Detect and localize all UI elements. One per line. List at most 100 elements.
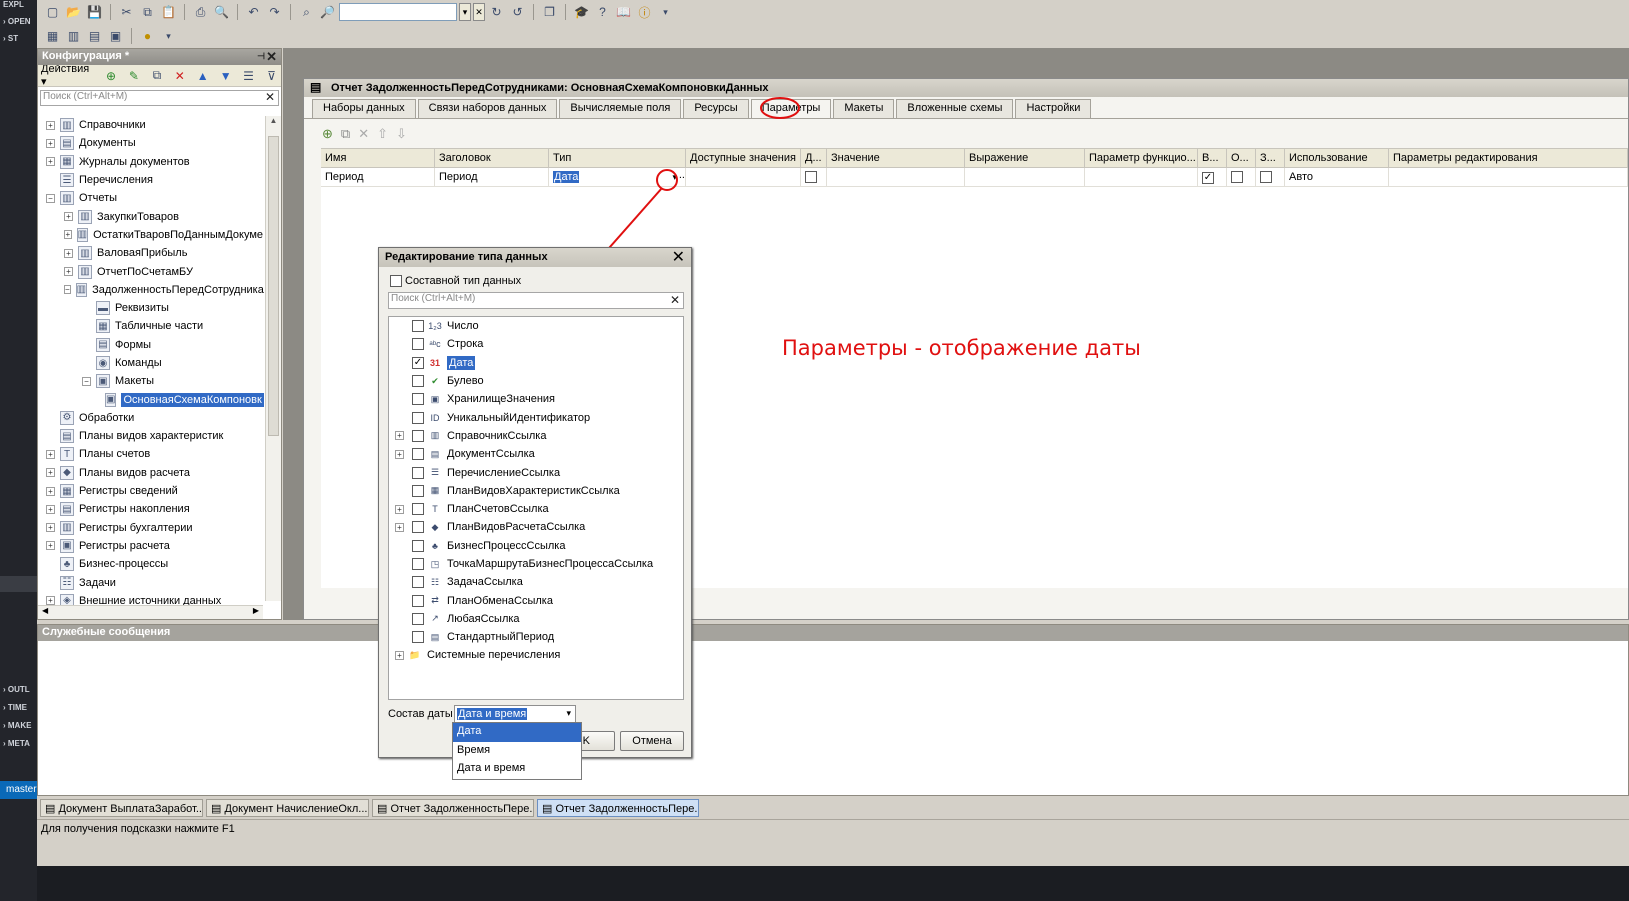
type-checkbox[interactable] (412, 539, 424, 552)
document-ref-icon: ▤ (430, 448, 440, 459)
type-label: ДокументСсылка (447, 448, 535, 461)
expand-icon[interactable]: + (395, 449, 404, 459)
type-label: Булево (447, 375, 484, 388)
characteristics-ref-icon: ▦ (430, 485, 440, 496)
type-label: Строка (447, 338, 484, 351)
type-list-item[interactable]: ☰ ПеречислениеСсылка (389, 463, 683, 481)
expand-icon[interactable]: + (395, 431, 404, 441)
type-label: ПланОбменаСсылка (447, 594, 553, 607)
date-composition-value: Дата и время (457, 708, 528, 720)
type-list-item[interactable]: ▦ ПланВидовХарактеристикСсылка (389, 482, 683, 500)
number-icon: 1₂3 (428, 321, 442, 332)
dropdown-option[interactable]: Дата и время (453, 760, 581, 779)
type-checkbox[interactable] (412, 521, 424, 534)
type-label: БизнесПроцессСсылка (447, 539, 566, 552)
type-checkbox[interactable] (412, 558, 424, 570)
type-list-item[interactable]: ▣ ХранилищеЗначения (389, 390, 683, 408)
type-list-item[interactable]: ᵃᵇc Строка (389, 335, 683, 353)
type-checkbox[interactable] (412, 320, 424, 333)
edit-data-type-dialog: Редактирование типа данных ✕ Составной т… (378, 247, 692, 758)
type-list-item[interactable]: + ▤ ДокументСсылка (389, 445, 683, 463)
composite-type-label: Составной тип данных (405, 275, 522, 287)
expand-icon[interactable]: + (395, 504, 404, 514)
type-checkbox[interactable]: ✓ (412, 356, 424, 369)
type-list-item[interactable]: ID УникальныйИдентификатор (389, 408, 683, 426)
type-list-item[interactable]: ▤ СтандартныйПериод (389, 628, 683, 646)
tab-highlight-circle (760, 97, 800, 119)
string-icon: ᵃᵇc (429, 339, 441, 350)
type-list-item[interactable]: ✔ Булево (389, 372, 683, 390)
date-icon: 31 (429, 357, 440, 368)
type-list-item[interactable]: + ◆ ПланВидовРасчетаСсылка (389, 518, 683, 536)
value-storage-icon: ▣ (430, 393, 440, 404)
type-checkbox[interactable] (412, 393, 424, 406)
composite-type-checkbox[interactable] (390, 275, 402, 287)
type-checkbox[interactable] (412, 338, 424, 351)
type-list-item[interactable]: ◳ ТочкаМаршрутаБизнесПроцессаСсылка (389, 555, 683, 573)
type-list-item[interactable]: ☷ ЗадачаСсылка (389, 573, 683, 591)
type-label: ЛюбаяСсылка (447, 612, 520, 625)
type-label: Число (447, 320, 479, 333)
type-label: Системные перечисления (427, 649, 561, 662)
type-checkbox[interactable] (412, 484, 424, 497)
dropdown-option[interactable]: Время (453, 742, 581, 761)
type-label: СправочникСсылка (447, 429, 547, 442)
accounts-ref-icon: Т (432, 504, 438, 515)
type-list: 1₂3 Число ᵃᵇc Строка ✓ 31 Дата ✔ Булево ▣ Хранилищ… (388, 316, 684, 700)
type-checkbox[interactable] (412, 503, 424, 516)
expand-icon[interactable]: + (395, 522, 404, 532)
type-list-item[interactable]: ♣ БизнесПроцессСсылка (389, 537, 683, 555)
type-label: ЗадачаСсылка (447, 576, 523, 589)
type-label: ПланСчетовСсылка (447, 503, 549, 516)
type-checkbox[interactable] (412, 411, 424, 424)
type-checkbox[interactable] (412, 631, 424, 644)
type-checkbox[interactable] (412, 448, 424, 461)
route-point-ref-icon: ◳ (430, 558, 440, 569)
annotation-overlay (521, 97, 800, 741)
type-checkbox[interactable] (412, 466, 424, 479)
uuid-icon: ID (430, 412, 440, 423)
type-checkbox[interactable] (412, 375, 424, 388)
type-label: ХранилищеЗначения (447, 393, 556, 406)
type-search-clear-icon[interactable]: ✕ (670, 293, 680, 307)
type-list-item[interactable]: + ▥ СправочникСсылка (389, 427, 683, 445)
type-checkbox[interactable] (412, 612, 424, 625)
type-list-item[interactable]: ↗ ЛюбаяСсылка (389, 610, 683, 628)
type-label: Дата (447, 355, 476, 370)
type-checkbox[interactable] (412, 594, 424, 607)
chevron-down-icon[interactable]: ▾ (566, 708, 571, 719)
dialog-header: Редактирование типа данных ✕ (379, 248, 691, 267)
dialog-close-icon[interactable]: ✕ (672, 247, 685, 267)
enum-ref-icon: ☰ (430, 467, 440, 478)
type-label: УникальныйИдентификатор (447, 411, 591, 424)
date-composition-label: Состав даты (388, 708, 453, 720)
business-process-ref-icon: ♣ (432, 540, 438, 551)
catalog-ref-icon: ▥ (430, 430, 440, 441)
date-composition-select[interactable]: Дата и время ▾ (454, 705, 576, 723)
type-checkbox[interactable] (412, 429, 424, 442)
dropdown-option[interactable]: Дата (453, 723, 581, 742)
standard-period-icon: ▤ (430, 631, 440, 642)
type-list-item[interactable]: ✓ 31 Дата (389, 354, 683, 372)
type-list-item[interactable]: + 📁 Системные перечисления (389, 646, 683, 664)
annotation-arrow-line (601, 187, 663, 257)
type-label: ПланВидовХарактеристикСсылка (447, 484, 620, 497)
type-list-item[interactable]: + Т ПланСчетовСсылка (389, 500, 683, 518)
cancel-button[interactable]: Отмена (620, 731, 684, 751)
dropdown-highlight-circle (656, 169, 678, 191)
exchange-ref-icon: ⇄ (431, 595, 439, 606)
type-checkbox[interactable] (412, 576, 424, 589)
any-ref-icon: ↗ (431, 613, 439, 624)
type-label: ПланВидовРасчетаСсылка (447, 521, 586, 534)
type-list-item[interactable]: ⇄ ПланОбменаСсылка (389, 591, 683, 609)
boolean-icon: ✔ (431, 375, 439, 386)
type-list-item[interactable]: 1₂3 Число (389, 317, 683, 335)
expand-icon[interactable]: + (395, 650, 404, 660)
type-search-input[interactable]: Поиск (Ctrl+Alt+M) ✕ (388, 292, 684, 309)
type-label: СтандартныйПериод (447, 631, 555, 644)
type-label: ПеречислениеСсылка (447, 466, 561, 479)
task-ref-icon: ☷ (430, 576, 440, 587)
date-composition-dropdown: Дата Время Дата и время (452, 722, 582, 780)
composite-type-option[interactable]: Составной тип данных (390, 275, 521, 287)
dialog-title: Редактирование типа данных (385, 251, 548, 263)
